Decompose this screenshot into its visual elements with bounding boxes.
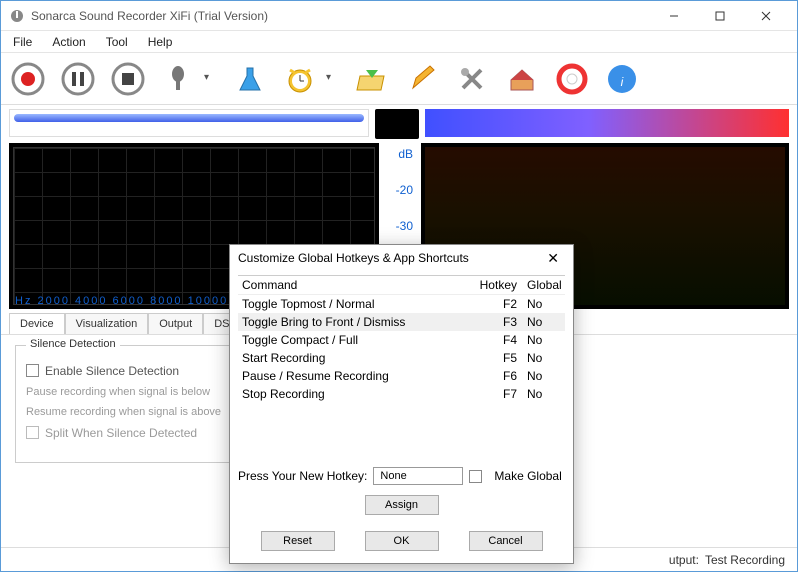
tools-icon[interactable] bbox=[451, 58, 493, 100]
ok-button[interactable]: OK bbox=[365, 531, 439, 551]
app-icon bbox=[9, 8, 25, 24]
help-lifebuoy-icon[interactable] bbox=[551, 58, 593, 100]
table-row[interactable]: Toggle Topmost / NormalF2No bbox=[238, 295, 565, 313]
stop-button[interactable] bbox=[107, 58, 149, 100]
counter-display bbox=[375, 109, 419, 139]
window-title: Sonarca Sound Recorder XiFi (Trial Versi… bbox=[31, 9, 651, 23]
close-button[interactable] bbox=[743, 1, 789, 31]
titlebar: Sonarca Sound Recorder XiFi (Trial Versi… bbox=[1, 1, 797, 31]
open-folder-icon[interactable] bbox=[351, 58, 393, 100]
svg-text:i: i bbox=[621, 75, 624, 89]
cancel-button[interactable]: Cancel bbox=[469, 531, 543, 551]
menu-tool[interactable]: Tool bbox=[98, 33, 136, 51]
dialog-title-bar[interactable]: Customize Global Hotkeys & App Shortcuts… bbox=[230, 245, 573, 271]
level-meter-left bbox=[9, 109, 369, 137]
tab-output[interactable]: Output bbox=[148, 313, 203, 334]
spectrum-bar bbox=[425, 109, 789, 137]
hotkey-input[interactable] bbox=[373, 467, 463, 485]
pause-button[interactable] bbox=[57, 58, 99, 100]
group-legend: Silence Detection bbox=[26, 338, 120, 350]
dialog-close-button[interactable]: ✕ bbox=[541, 248, 565, 269]
home-icon[interactable] bbox=[501, 58, 543, 100]
pencil-icon[interactable] bbox=[401, 58, 443, 100]
hotkey-table: Command Hotkey Global Toggle Topmost / N… bbox=[238, 275, 565, 463]
menubar: File Action Tool Help bbox=[1, 31, 797, 53]
info-icon[interactable]: i bbox=[601, 58, 643, 100]
make-global-checkbox[interactable] bbox=[469, 470, 482, 483]
table-row[interactable]: Toggle Compact / FullF4No bbox=[238, 331, 565, 349]
table-row[interactable]: Toggle Bring to Front / DismissF3No bbox=[238, 313, 565, 331]
hotkey-input-row: Press Your New Hotkey: Make Global bbox=[230, 463, 573, 489]
status-output-label: utput: bbox=[669, 553, 699, 567]
assign-button[interactable]: Assign bbox=[365, 495, 439, 515]
menu-file[interactable]: File bbox=[5, 33, 40, 51]
menu-help[interactable]: Help bbox=[140, 33, 181, 51]
table-header: Command Hotkey Global bbox=[238, 276, 565, 295]
mic-button[interactable] bbox=[157, 58, 199, 100]
minimize-button[interactable] bbox=[651, 1, 697, 31]
alarm-icon[interactable] bbox=[279, 58, 321, 100]
tab-device[interactable]: Device bbox=[9, 313, 65, 334]
reset-button[interactable]: Reset bbox=[261, 531, 335, 551]
table-row[interactable]: Start RecordingF5No bbox=[238, 349, 565, 367]
dialog-title: Customize Global Hotkeys & App Shortcuts bbox=[238, 251, 469, 265]
press-hotkey-label: Press Your New Hotkey: bbox=[238, 469, 367, 483]
flask-icon[interactable] bbox=[229, 58, 271, 100]
table-row[interactable]: Stop RecordingF7No bbox=[238, 385, 565, 403]
toolbar: i bbox=[1, 53, 797, 105]
status-output-value: Test Recording bbox=[705, 553, 785, 567]
record-button[interactable] bbox=[7, 58, 49, 100]
maximize-button[interactable] bbox=[697, 1, 743, 31]
make-global-label: Make Global bbox=[494, 469, 561, 483]
level-strip bbox=[1, 105, 797, 143]
tab-visualization[interactable]: Visualization bbox=[65, 313, 149, 334]
table-row[interactable]: Pause / Resume RecordingF6No bbox=[238, 367, 565, 385]
hotkeys-dialog: Customize Global Hotkeys & App Shortcuts… bbox=[229, 244, 574, 564]
menu-action[interactable]: Action bbox=[44, 33, 93, 51]
